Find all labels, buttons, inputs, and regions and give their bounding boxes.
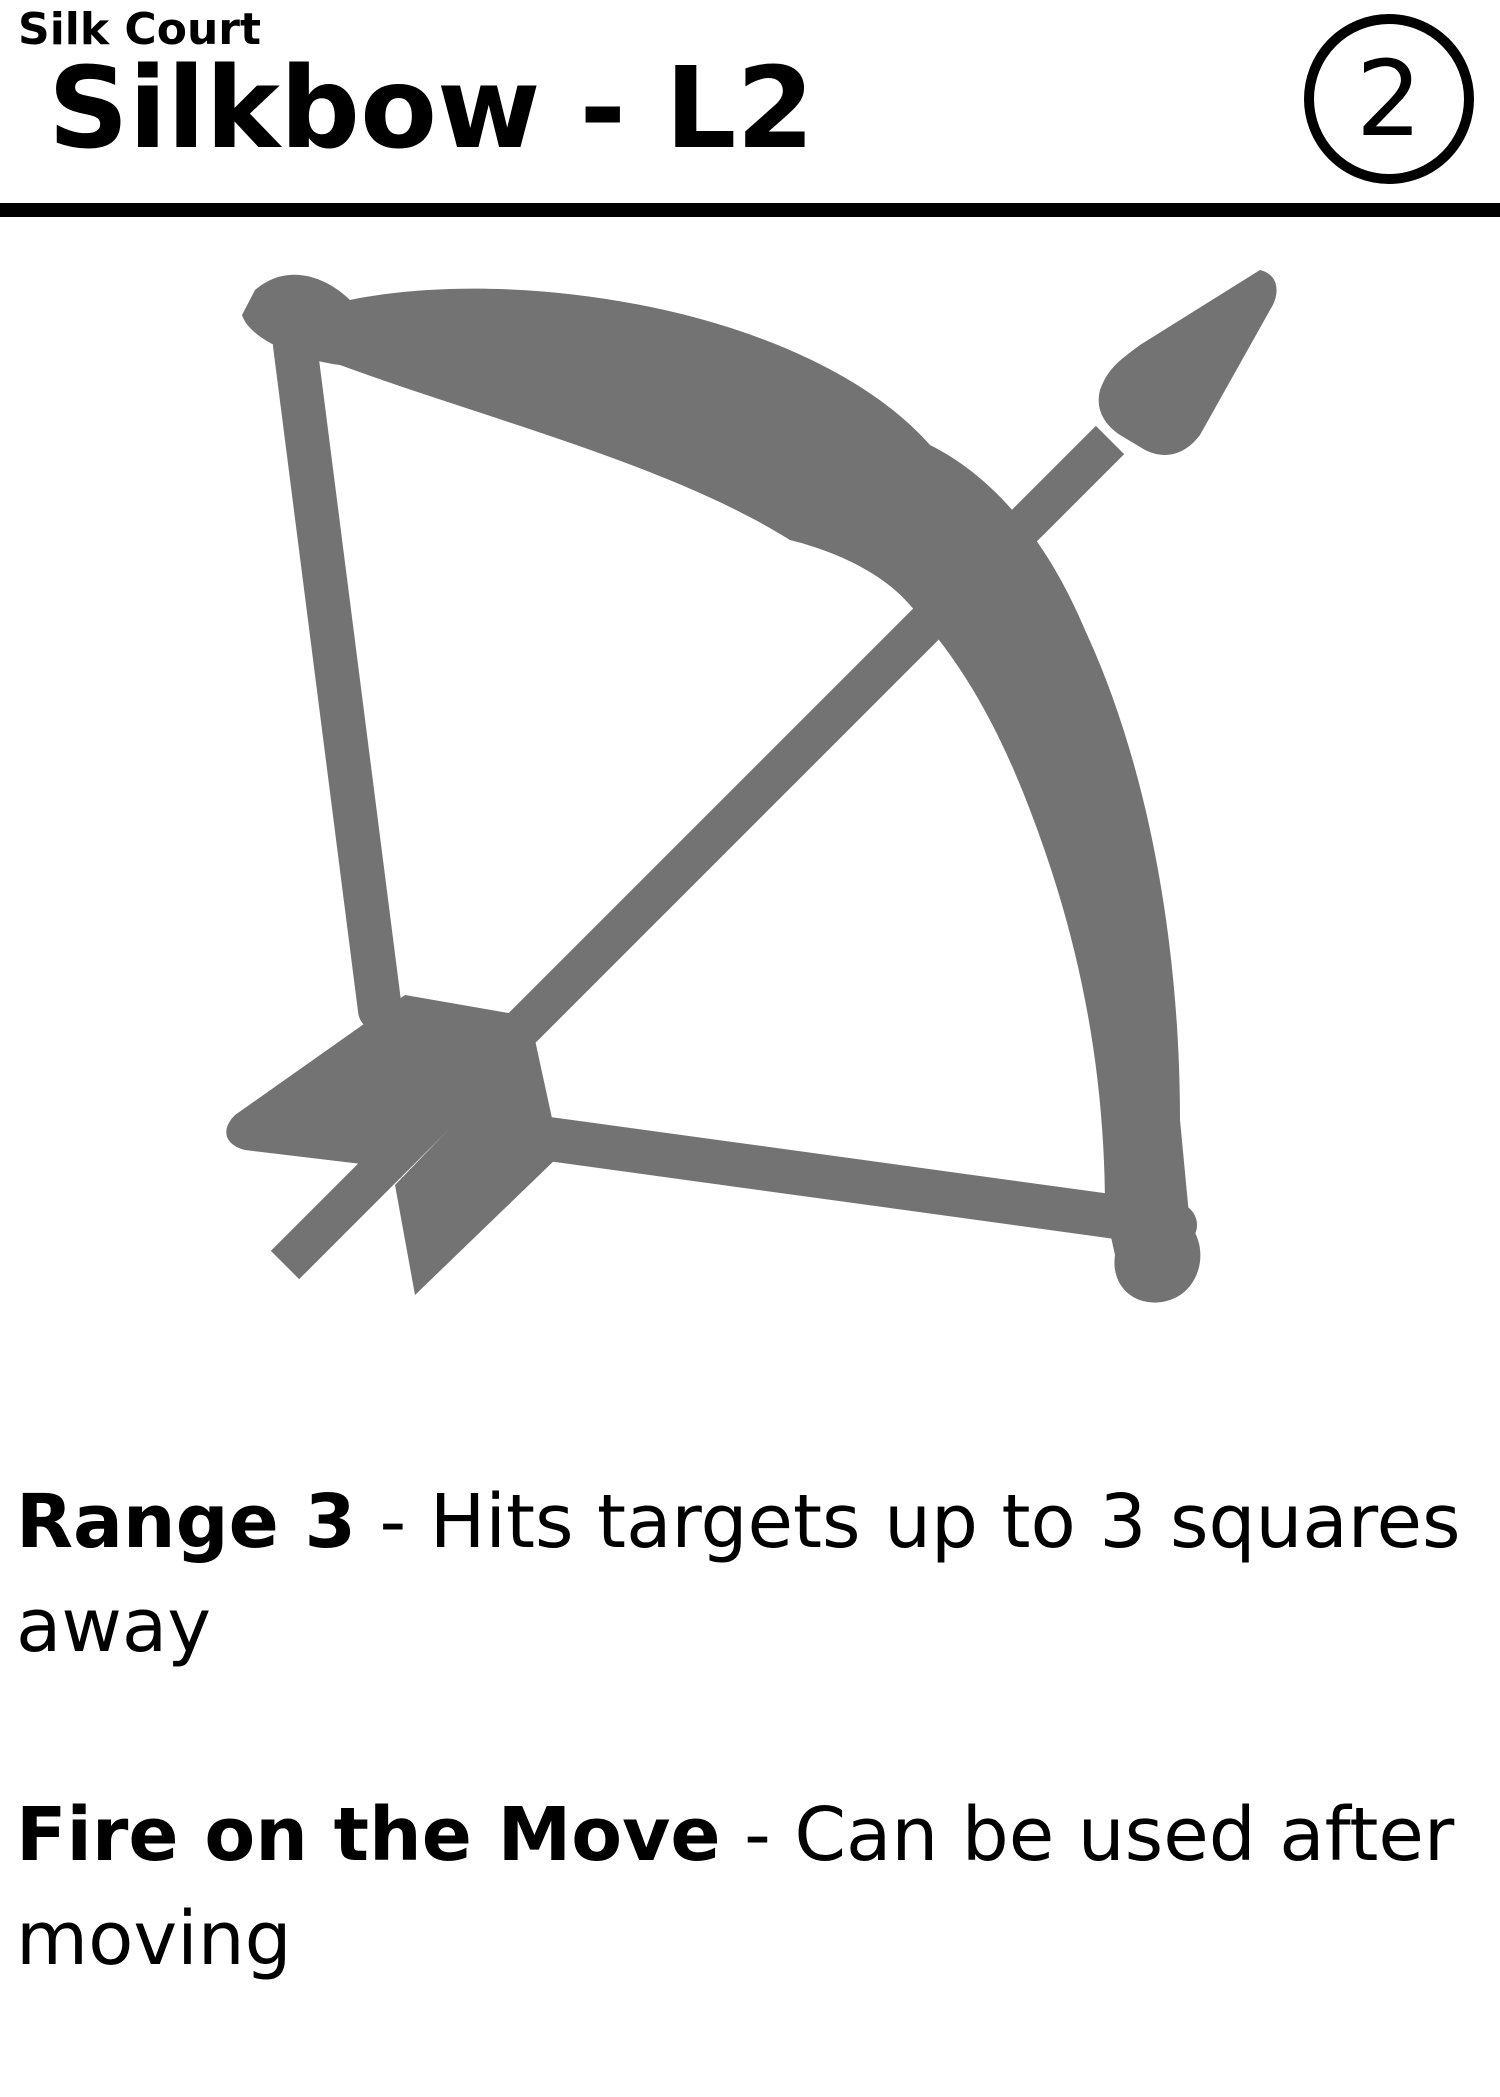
card-title: Silkbow - L2	[48, 44, 815, 174]
header-divider	[0, 203, 1500, 217]
unit-card: Silk Court Silkbow - L2 2 Range 3 - Hits…	[0, 0, 1500, 2097]
ability-separator: -	[356, 1479, 430, 1565]
ability-name: Range 3	[16, 1479, 357, 1565]
ability-range: Range 3 - Hits targets up to 3 squares a…	[16, 1470, 1486, 1678]
ability-fire-on-the-move: Fire on the Move - Can be used after mov…	[16, 1783, 1486, 1991]
bowstring-upper	[273, 323, 402, 1032]
cost-badge: 2	[1304, 14, 1474, 184]
abilities-list: Range 3 - Hits targets up to 3 squares a…	[16, 1470, 1486, 2096]
ability-separator: -	[720, 1792, 795, 1878]
bowstring-lower	[498, 1113, 1197, 1247]
ability-name: Fire on the Move	[16, 1792, 721, 1878]
bow-and-arrow-icon	[226, 270, 1277, 1303]
arrow-head	[1098, 270, 1277, 455]
cost-value: 2	[1355, 38, 1423, 160]
